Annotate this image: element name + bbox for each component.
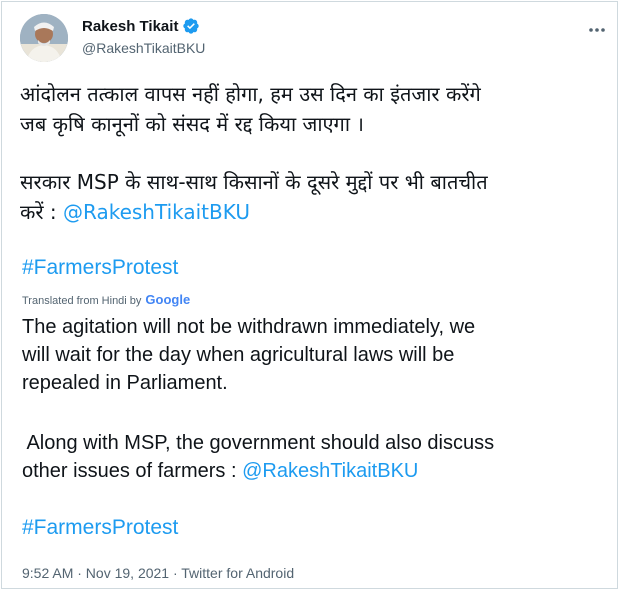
hindi-text-line: आंदोलन तत्काल वापस नहीं होगा, हम उस दिन … <box>20 82 481 106</box>
translated-text-line: will wait for the day when agricultural … <box>22 344 455 366</box>
mention-link[interactable]: @RakeshTikaitBKU <box>242 460 418 482</box>
tweet-timestamp[interactable]: 9:52 AM · Nov 19, 2021 · Twitter for And… <box>22 565 294 581</box>
hashtag-link[interactable]: #FarmersProtest <box>22 256 178 280</box>
translated-text-line: repealed in Parliament. <box>22 372 228 394</box>
mention-link[interactable]: @RakeshTikaitBKU <box>63 200 250 224</box>
hindi-text-line-with-mention: करें : @RakeshTikaitBKU <box>20 198 607 227</box>
hindi-text-line: सरकार MSP के साथ-साथ किसानों के दूसरे मु… <box>20 170 488 194</box>
author-handle[interactable]: @RakeshTikaitBKU <box>82 40 205 56</box>
translated-text-prefix: other issues of farmers : <box>22 460 243 482</box>
translation-attribution: Translated from Hindi by Google <box>22 292 190 307</box>
author-name-row[interactable]: Rakesh Tikait <box>82 17 200 35</box>
hindi-text-prefix: करें : <box>20 200 63 224</box>
avatar[interactable] <box>20 14 68 62</box>
translated-text-line: The agitation will not be withdrawn imme… <box>22 316 476 338</box>
translation-label: Translated from Hindi by <box>22 295 142 307</box>
google-logo[interactable]: Google <box>145 292 190 307</box>
hindi-text-line: जब कृषि कानूनों को संसद में रद्द किया जा… <box>20 112 364 136</box>
translated-text-line-with-mention: other issues of farmers : @RakeshTikaitB… <box>22 458 418 485</box>
translated-hashtag-link[interactable]: #FarmersProtest <box>22 516 178 540</box>
more-options-icon[interactable] <box>587 20 607 40</box>
tweet-card: Rakesh Tikait @RakeshTikaitBKU आंदोलन तत… <box>1 1 618 589</box>
user-avatar-icon <box>20 14 68 62</box>
author-name[interactable]: Rakesh Tikait <box>82 18 178 35</box>
translated-text-line: Along with MSP, the government should al… <box>22 432 495 454</box>
verified-badge-icon <box>183 18 200 34</box>
